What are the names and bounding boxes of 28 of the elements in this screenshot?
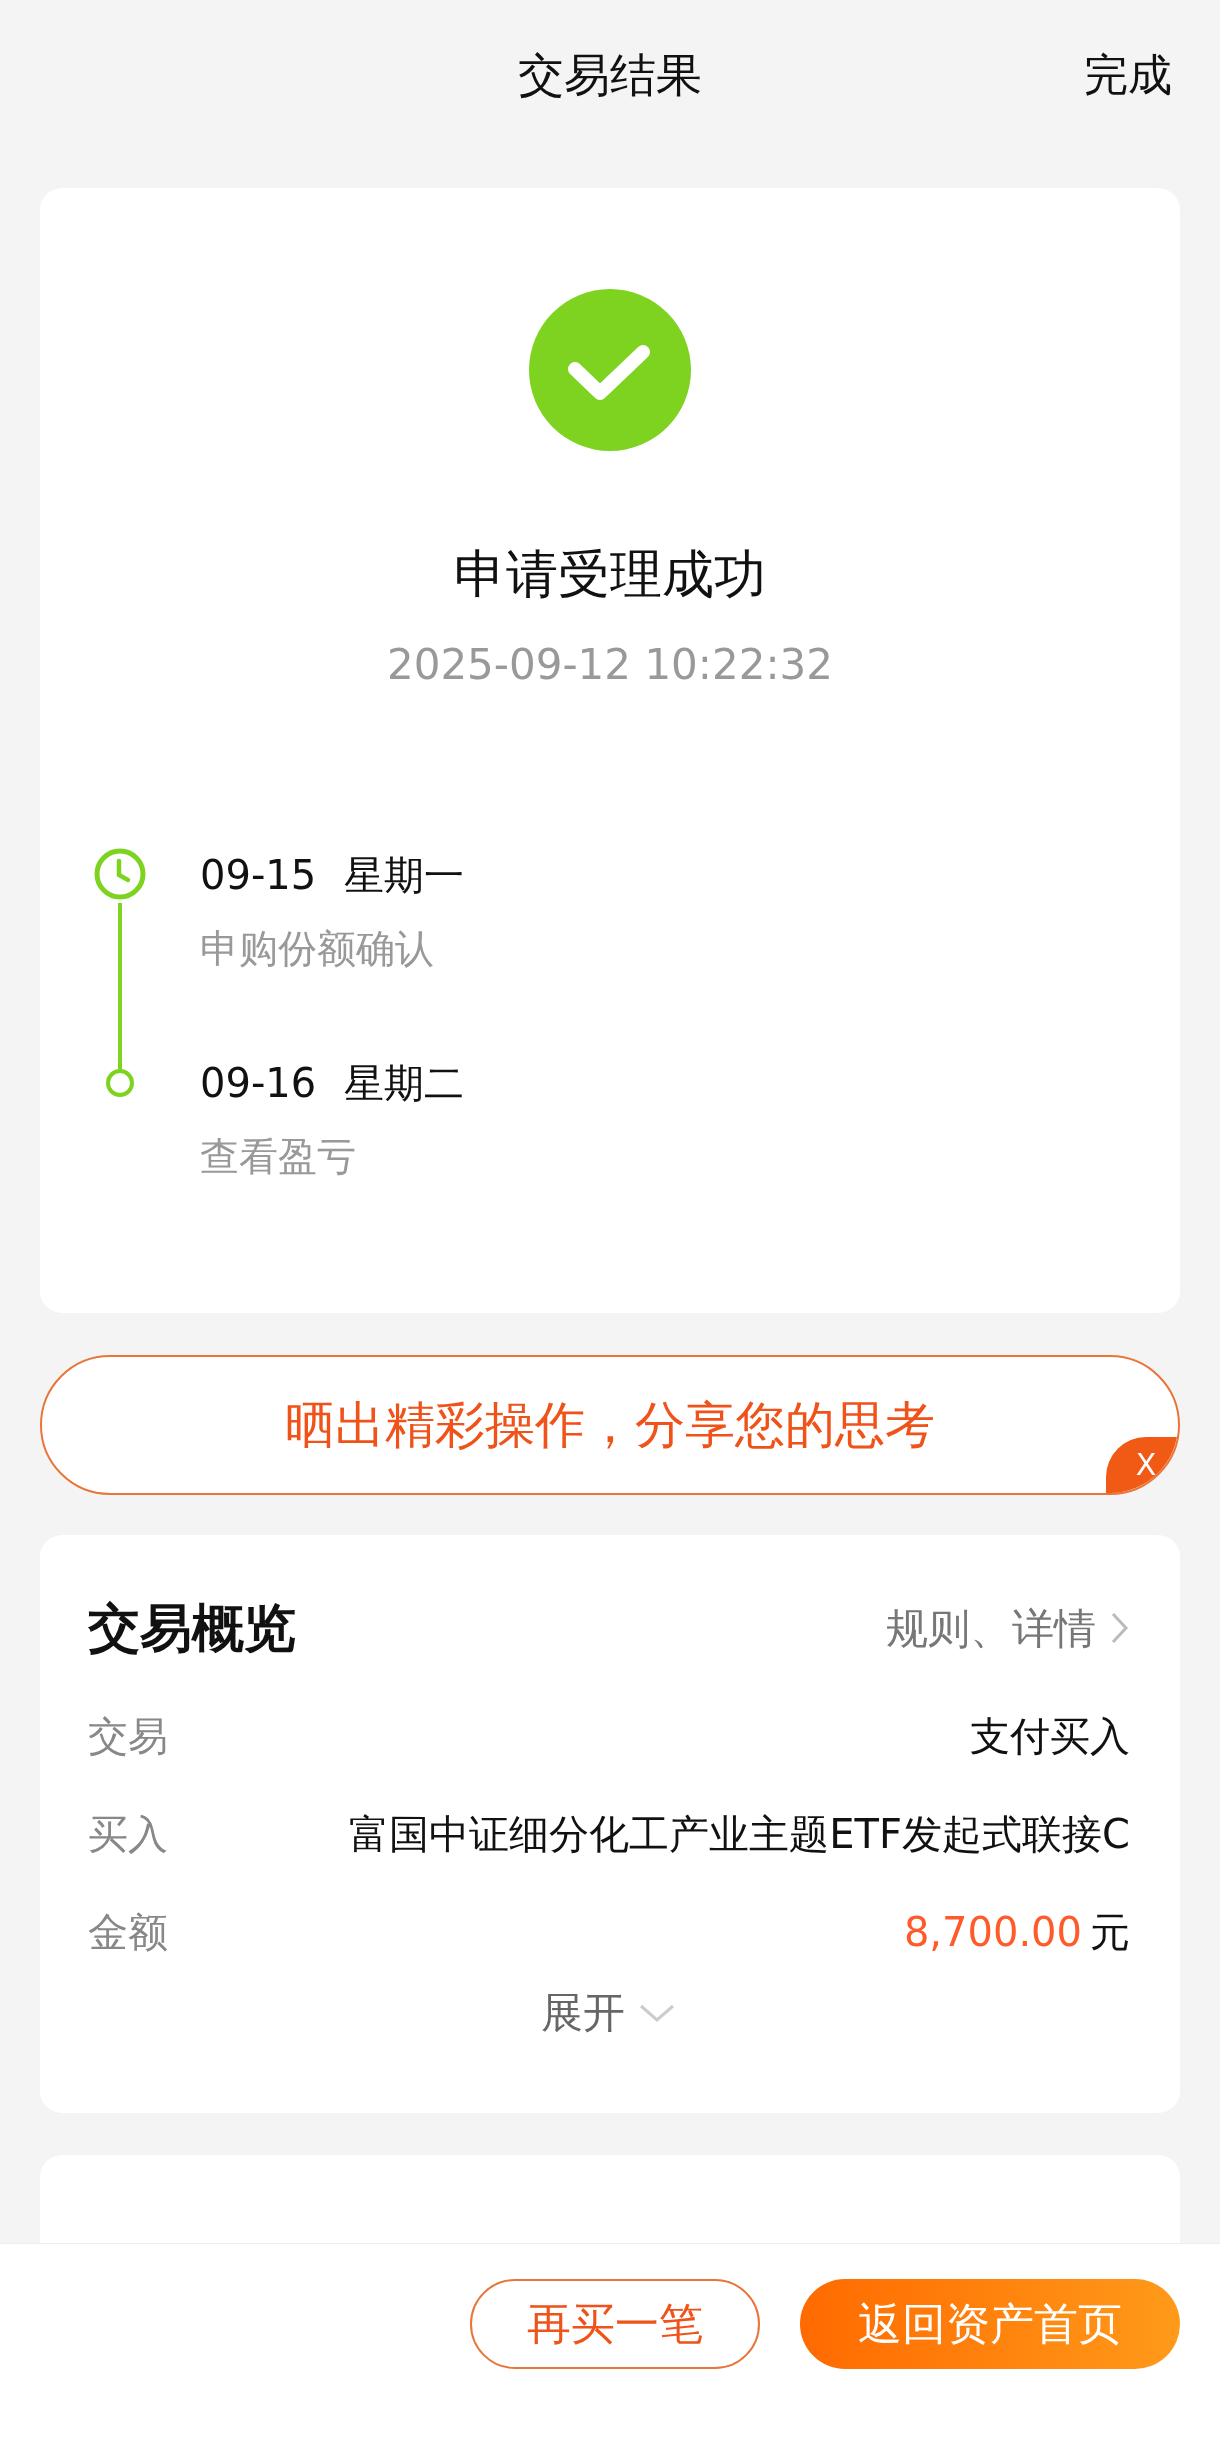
page-title: 交易结果	[518, 47, 702, 104]
timeline-weekday: 星期一	[344, 852, 465, 898]
row-label: 买入	[88, 1810, 168, 1859]
close-button[interactable]: X	[1106, 1437, 1178, 1493]
buy-again-button[interactable]: 再买一笔	[470, 2279, 760, 2369]
timeline-note: 查看盈亏	[200, 1133, 357, 1181]
timeline-date: 09-15	[200, 852, 317, 898]
timeline-note: 申购份额确认	[200, 925, 435, 973]
timestamp: 2025-09-12 10:22:32	[385, 639, 835, 691]
clock-icon	[93, 847, 147, 901]
status-title: 申请受理成功	[453, 543, 767, 606]
done-button[interactable]: 完成	[1084, 42, 1172, 108]
share-text: 晒出精彩操作，分享您的思考	[285, 1394, 935, 1456]
chevron-right-icon	[1110, 1611, 1130, 1645]
amount-value: 8,700.00	[903, 1909, 1082, 1955]
section-title: 交易概览	[88, 1597, 296, 1660]
row-label: 交易	[88, 1712, 168, 1761]
expand-button[interactable]: 展开	[541, 1981, 677, 2044]
row-value: 支付买入	[970, 1712, 1130, 1761]
home-button[interactable]: 返回资产首页	[800, 2279, 1180, 2369]
success-check-icon	[529, 289, 691, 451]
timeline-weekday: 星期二	[344, 1060, 465, 1106]
row-label: 金额	[88, 1908, 168, 1957]
share-banner[interactable]: 晒出精彩操作，分享您的思考 X	[40, 1355, 1180, 1495]
fund-name: 富国中证细分化工产业主题ETF发起式联接C	[349, 1810, 1130, 1859]
currency-unit: 元	[1090, 1909, 1130, 1955]
timeline-date: 09-16	[200, 1060, 317, 1106]
rules-details-link[interactable]: 规则、详情	[886, 1596, 1130, 1660]
